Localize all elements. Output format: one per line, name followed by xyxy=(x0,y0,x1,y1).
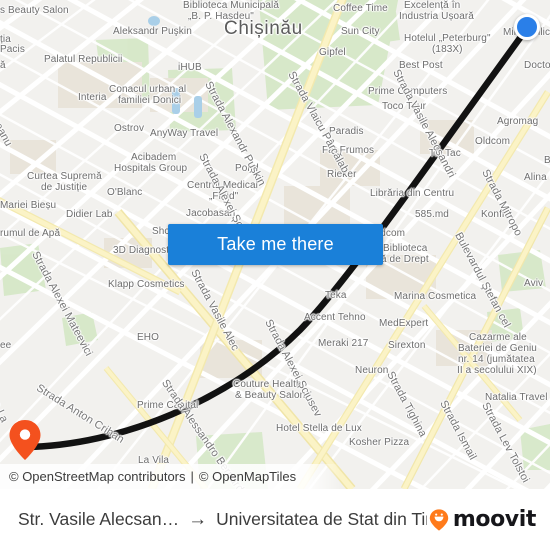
moovit-logo[interactable]: moovit xyxy=(427,507,536,532)
destination-dot-marker[interactable] xyxy=(514,14,540,40)
trip-footer-bar: Str. Vasile Alecsan… → Universitatea de … xyxy=(0,489,550,550)
take-me-there-button[interactable]: Take me there xyxy=(168,224,383,265)
moovit-pin-icon xyxy=(429,508,449,531)
arrow-right-icon: → xyxy=(188,508,208,530)
origin-label: Str. Vasile Alecsan… xyxy=(18,509,180,529)
map-attribution: © OpenStreetMap contributors | © OpenMap… xyxy=(0,464,550,489)
attribution-separator: | xyxy=(190,469,194,484)
destination-label: Universitatea de Stat din Tira… xyxy=(216,509,427,529)
origin-pin-marker[interactable] xyxy=(8,418,42,462)
map-viewport[interactable]: s Beauty Salon ția Pacis ă Palatul Republici… xyxy=(0,0,550,489)
origin-pin-icon xyxy=(9,420,41,460)
route-summary[interactable]: Str. Vasile Alecsan… → Universitatea de … xyxy=(18,509,427,531)
moovit-wordmark: moovit xyxy=(452,507,537,532)
moovit-trip-map-screen: s Beauty Salon ția Pacis ă Palatul Republici… xyxy=(0,0,550,550)
attribution-osm[interactable]: © OpenStreetMap contributors xyxy=(9,469,186,484)
attribution-openmaptiles[interactable]: © OpenMapTiles xyxy=(199,469,296,484)
